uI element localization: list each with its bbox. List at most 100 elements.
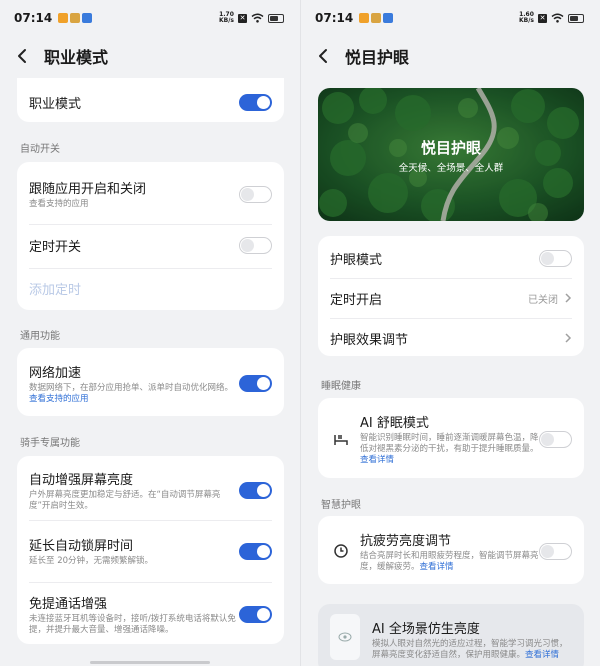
page-title: 职业模式 bbox=[44, 48, 109, 67]
app-notification-icon bbox=[82, 13, 93, 23]
phone-illustration-icon bbox=[330, 614, 360, 660]
anti-fatigue-desc: 结合亮屏时长和用眼疲劳程度，智能调节屏幕亮度，缓解疲劳。查看详情 bbox=[360, 550, 539, 572]
schedule-value: 已关闭 bbox=[528, 294, 558, 306]
supported-apps-link[interactable]: 查看支持的应用 bbox=[29, 199, 239, 210]
call-row[interactable]: 免提通话增强 未连接蓝牙耳机等设备时，接听/拨打系统电话将默认免提，并提升最大音… bbox=[17, 588, 284, 640]
network-apps-link[interactable]: 查看支持的应用 bbox=[29, 394, 89, 404]
status-time: 07:14 bbox=[14, 11, 53, 25]
back-arrow-icon bbox=[18, 49, 26, 63]
auto-switch-card: 跟随应用开启和关闭 查看支持的应用 定时开关 添加定时 bbox=[17, 162, 284, 310]
left-phone-screen: 07:14 1.70 KB/s ✕ 职业模式 职业模式 自动开关 跟随应用开启和… bbox=[0, 0, 300, 666]
divider bbox=[29, 582, 272, 583]
top-nav: 职业模式 bbox=[0, 40, 300, 72]
timed-switch-row[interactable]: 定时开关 bbox=[17, 230, 284, 260]
schedule-row[interactable]: 定时开启 已关闭 bbox=[318, 282, 584, 314]
smart-card: 抗疲劳亮度调节 结合亮屏时长和用眼疲劳程度，智能调节屏幕亮度，缓解疲劳。查看详情 bbox=[318, 516, 584, 584]
app-notification-icon bbox=[383, 13, 394, 23]
back-button[interactable] bbox=[0, 40, 44, 72]
main-mode-toggle[interactable] bbox=[239, 93, 272, 111]
app-notification-icon bbox=[70, 13, 81, 23]
brightness-row[interactable]: 自动增强屏幕亮度 户外屏幕亮度更加稳定与舒适。在“自动调节屏幕亮度”开启时生效。 bbox=[17, 466, 284, 514]
timed-switch-toggle[interactable] bbox=[239, 236, 272, 254]
eye-mode-card: 护眼模式 定时开启 已关闭 护眼效果调节 bbox=[318, 236, 584, 356]
network-toggle[interactable] bbox=[239, 374, 272, 392]
network-row[interactable]: 网络加速 数据网络下，在部分应用抢单、派单时自动优化网络。查看支持的应用 bbox=[17, 360, 284, 406]
rider-card: 自动增强屏幕亮度 户外屏幕亮度更加稳定与舒适。在“自动调节屏幕亮度”开启时生效。… bbox=[17, 456, 284, 644]
right-phone-screen: 07:14 1.60 KB/s ✕ 悦目护眼 悦目护眼 全天候、全场景、全人群 … bbox=[300, 0, 600, 666]
ai-scene-row[interactable]: AI 全场景仿生亮度 模拟人眼对自然光的适应过程，智能学习调光习惯，屏幕亮度变化… bbox=[318, 614, 584, 666]
eye-mode-row[interactable]: 护眼模式 bbox=[318, 242, 584, 274]
section-title-general: 通用功能 bbox=[20, 331, 60, 342]
anti-fatigue-label: 抗疲劳亮度调节 bbox=[360, 533, 452, 549]
divider bbox=[330, 278, 572, 279]
divider bbox=[29, 224, 272, 225]
wifi-icon bbox=[251, 13, 264, 23]
anti-fatigue-row[interactable]: 抗疲劳亮度调节 结合亮屏时长和用眼疲劳程度，智能调节屏幕亮度，缓解疲劳。查看详情 bbox=[318, 526, 584, 576]
divider bbox=[330, 318, 572, 319]
no-sim-icon: ✕ bbox=[538, 13, 547, 23]
main-toggle-label: 职业模式 bbox=[29, 96, 82, 112]
add-timer-row[interactable]: 添加定时 bbox=[17, 274, 284, 302]
status-time: 07:14 bbox=[315, 11, 354, 25]
divider bbox=[29, 520, 272, 521]
call-label: 免提通话增强 bbox=[29, 596, 108, 612]
effect-label: 护眼效果调节 bbox=[330, 332, 409, 348]
eye-mode-toggle[interactable] bbox=[539, 249, 572, 267]
chevron-right-icon bbox=[565, 333, 572, 343]
ai-scene-card: AI 全场景仿生亮度 模拟人眼对自然光的适应过程，智能学习调光习惯，屏幕亮度变化… bbox=[318, 604, 584, 666]
back-arrow-icon bbox=[319, 49, 327, 63]
call-desc: 未连接蓝牙耳机等设备时，接听/拨打系统电话将默认免提，并提升最大音量、增强通话降… bbox=[29, 613, 236, 635]
no-sim-icon: ✕ bbox=[238, 13, 247, 23]
sleep-card: AI 舒眠模式 智能识别睡眠时间，睡前逐渐调暖屏幕色温，降低对褪黑素分泌的干扰，… bbox=[318, 398, 584, 478]
battery-icon bbox=[268, 13, 284, 23]
status-bar: 07:14 1.60 KB/s ✕ bbox=[315, 8, 584, 28]
clock-icon bbox=[330, 540, 352, 562]
wifi-icon bbox=[551, 13, 564, 23]
page-title: 悦目护眼 bbox=[345, 48, 410, 67]
schedule-label: 定时开启 bbox=[330, 292, 383, 308]
app-notification-icon bbox=[58, 13, 69, 23]
app-notification-icon bbox=[371, 13, 382, 23]
add-timer-button[interactable]: 添加定时 bbox=[29, 279, 272, 298]
top-nav: 悦目护眼 bbox=[301, 40, 600, 72]
anti-fatigue-details-link[interactable]: 查看详情 bbox=[420, 562, 454, 572]
banner-subtitle: 全天候、全场景、全人群 bbox=[398, 163, 504, 174]
status-bar: 07:14 1.70 KB/s ✕ bbox=[14, 8, 284, 28]
banner-title: 悦目护眼 bbox=[420, 139, 481, 157]
ai-scene-details-link[interactable]: 查看详情 bbox=[525, 650, 559, 660]
ai-scene-desc: 模拟人眼对自然光的适应过程，智能学习调光习惯，屏幕亮度变化舒适自然，保护用眼健康… bbox=[372, 639, 568, 660]
brightness-toggle[interactable] bbox=[239, 481, 272, 499]
app-notification-icon bbox=[359, 13, 370, 23]
network-desc: 数据网络下，在部分应用抢单、派单时自动优化网络。查看支持的应用 bbox=[29, 382, 234, 404]
section-title-sleep: 睡眠健康 bbox=[321, 381, 361, 392]
ai-scene-label: AI 全场景仿生亮度 bbox=[372, 622, 480, 637]
lock-toggle[interactable] bbox=[239, 542, 272, 560]
back-button[interactable] bbox=[301, 40, 345, 72]
battery-icon bbox=[568, 13, 584, 23]
ai-sleep-row[interactable]: AI 舒眠模式 智能识别睡眠时间，睡前逐渐调暖屏幕色温，降低对褪黑素分泌的干扰，… bbox=[318, 410, 584, 468]
bed-icon bbox=[330, 428, 352, 450]
section-title-smart: 智慧护眼 bbox=[321, 500, 361, 511]
network-speed: 1.60 KB/s bbox=[519, 11, 534, 24]
network-speed: 1.70 KB/s bbox=[219, 11, 234, 24]
lock-row[interactable]: 延长自动锁屏时间 延长至 20分钟，无需频繁解锁。 bbox=[17, 528, 284, 574]
section-title-auto: 自动开关 bbox=[20, 144, 60, 155]
home-indicator[interactable] bbox=[90, 661, 210, 664]
follow-app-row[interactable]: 跟随应用开启和关闭 查看支持的应用 bbox=[17, 174, 284, 214]
call-toggle[interactable] bbox=[239, 605, 272, 623]
follow-app-label: 跟随应用开启和关闭 bbox=[29, 182, 147, 197]
follow-app-toggle[interactable] bbox=[239, 185, 272, 203]
ai-sleep-toggle[interactable] bbox=[539, 430, 572, 448]
general-card: 网络加速 数据网络下，在部分应用抢单、派单时自动优化网络。查看支持的应用 bbox=[17, 348, 284, 416]
effect-row[interactable]: 护眼效果调节 bbox=[318, 322, 584, 354]
section-title-rider: 骑手专属功能 bbox=[20, 438, 80, 449]
ai-sleep-details-link[interactable]: 查看详情 bbox=[360, 455, 394, 465]
divider bbox=[29, 268, 272, 269]
brightness-label: 自动增强屏幕亮度 bbox=[29, 472, 134, 488]
main-toggle-row[interactable]: 职业模式 bbox=[17, 84, 284, 120]
anti-fatigue-toggle[interactable] bbox=[539, 542, 572, 560]
brightness-desc: 户外屏幕亮度更加稳定与舒适。在“自动调节屏幕亮度”开启时生效。 bbox=[29, 489, 221, 511]
main-toggle-card: 职业模式 bbox=[17, 78, 284, 122]
timed-switch-label: 定时开关 bbox=[29, 239, 82, 255]
ai-sleep-desc: 智能识别睡眠时间，睡前逐渐调暖屏幕色温，降低对褪黑素分泌的干扰，有助于提升睡眠质… bbox=[360, 433, 539, 465]
